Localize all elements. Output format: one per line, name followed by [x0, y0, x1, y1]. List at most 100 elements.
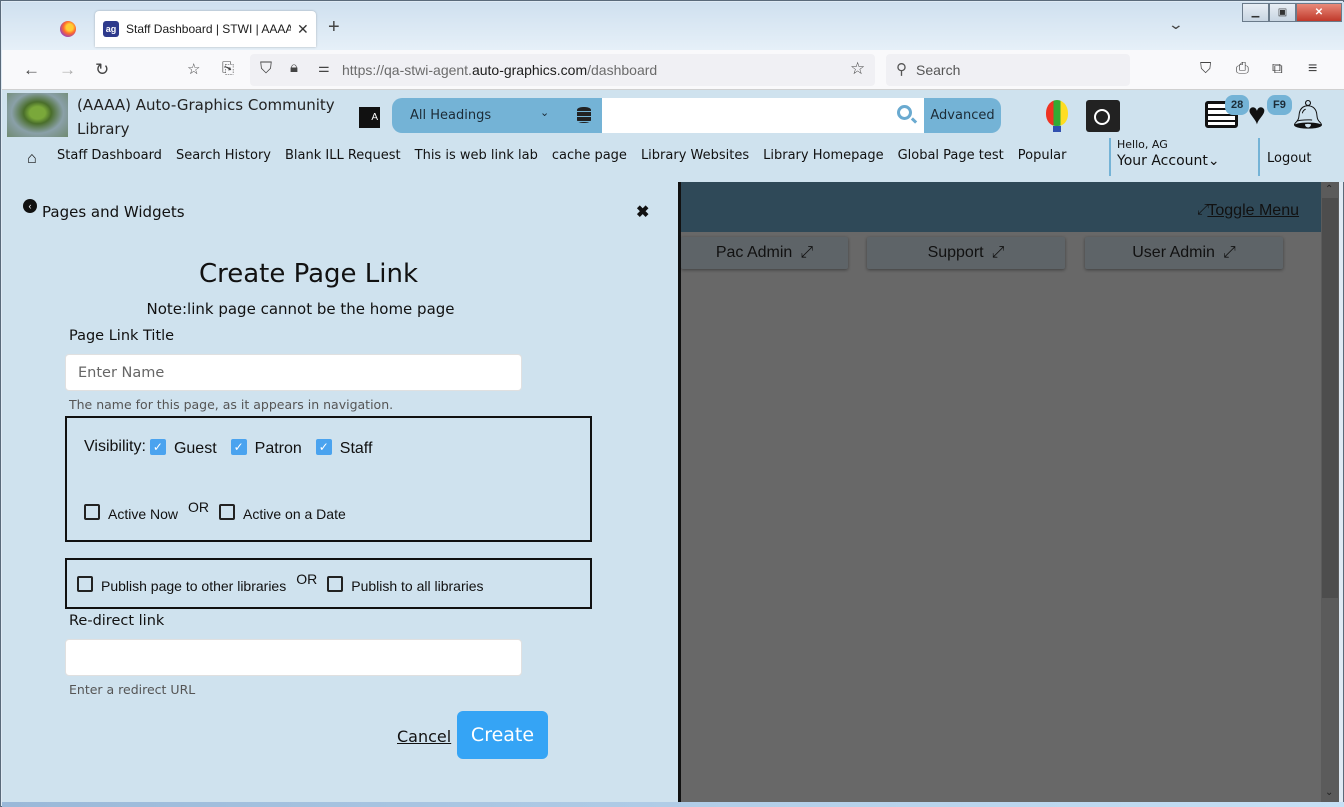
patron-label: Patron: [254, 440, 302, 457]
list-all-tabs-chevron-icon[interactable]: ⌄: [1168, 16, 1184, 33]
maximize-button[interactable]: ▣: [1269, 3, 1296, 22]
scrollbar-thumb[interactable]: [1322, 198, 1338, 598]
bookmark-star-icon[interactable]: ☆: [187, 60, 200, 78]
nav-links: Staff Dashboard Search History Blank ILL…: [57, 148, 1067, 163]
staff-checkbox[interactable]: ✓: [315, 439, 332, 455]
active-on-date-label: Active on a Date: [243, 506, 346, 522]
account-menu[interactable]: Hello, AG Your Account⌄: [1109, 138, 1220, 176]
expand-icon: ⤢: [991, 244, 1005, 261]
nav-link[interactable]: Staff Dashboard: [57, 148, 162, 163]
create-button[interactable]: Create: [457, 711, 548, 759]
chevron-down-icon: ⌄: [1207, 153, 1220, 169]
catalog-search-input[interactable]: [602, 98, 924, 133]
expand-icon: ⤢: [800, 244, 814, 261]
pocket-icon[interactable]: ⛉: [1200, 60, 1211, 77]
browser-navbar: ← → ↻ ☆ ⎘ ⛉ 🔒︎ ⚌ https://qa-stwi-agent.a…: [2, 50, 1344, 90]
favorites-badge: F9: [1267, 95, 1292, 115]
forward-icon[interactable]: →: [59, 60, 76, 80]
publish-box: Publish page to other libraries OR Publi…: [65, 558, 592, 609]
menu-icon[interactable]: ≡: [1308, 60, 1317, 78]
patron-checkbox[interactable]: ✓: [230, 439, 247, 455]
advanced-search-button[interactable]: Advanced: [924, 98, 1001, 133]
nav-link[interactable]: Search History: [176, 148, 271, 163]
scroll-down-icon[interactable]: ⌄: [1325, 787, 1333, 798]
library-name: (AAAA) Auto-Graphics Community Library: [77, 96, 335, 138]
publish-other-libraries-label: Publish page to other libraries: [101, 578, 287, 594]
url-text[interactable]: https://qa-stwi-agent.auto-graphics.com/…: [342, 62, 657, 78]
share-icon[interactable]: ⎘: [222, 60, 234, 77]
app-header: (AAAA) Auto-Graphics Community Library A…: [2, 90, 1344, 182]
list-count-badge: 28: [1225, 95, 1250, 115]
dashboard-card-pac-admin[interactable]: Pac Admin ⤢: [681, 237, 848, 269]
nav-link[interactable]: This is web link lab: [415, 148, 538, 163]
firefox-logo-icon[interactable]: [60, 21, 76, 37]
visibility-row: Visibility: ✓ Guest ✓ Patron ✓ Staff: [84, 438, 372, 457]
dashboard-card-user-admin[interactable]: User Admin ⤢: [1085, 237, 1283, 269]
dashboard-card-support[interactable]: Support ⤢: [867, 237, 1065, 269]
panel-title[interactable]: Pages and Widgets: [42, 203, 185, 221]
page-link-title-help: The name for this page, as it appears in…: [69, 397, 394, 412]
catalog-lookup-icon[interactable]: [1086, 100, 1120, 132]
page-link-title-input[interactable]: [65, 354, 522, 391]
bell-icon[interactable]: 🔔︎: [1290, 99, 1326, 131]
browser-search-input[interactable]: ⚲ Search: [886, 54, 1130, 86]
close-window-button[interactable]: ✕: [1296, 3, 1342, 22]
minimize-button[interactable]: ▁: [1242, 3, 1269, 22]
print-icon[interactable]: ⎙: [1236, 60, 1249, 78]
publish-other-libraries-checkbox[interactable]: [77, 576, 93, 592]
close-icon[interactable]: ✖: [636, 202, 649, 222]
account-label: Your Account: [1117, 153, 1208, 169]
nav-link[interactable]: Library Homepage: [763, 148, 883, 163]
logout-link[interactable]: Logout: [1258, 138, 1312, 176]
extensions-icon[interactable]: ⧉: [1272, 60, 1283, 77]
active-on-date-checkbox[interactable]: [219, 504, 236, 520]
heart-icon[interactable]: ♥: [1248, 100, 1266, 130]
publish-all-libraries-checkbox[interactable]: [327, 576, 344, 592]
card-label: User Admin: [1132, 244, 1215, 261]
page-scrollbar[interactable]: ⌃ ⌄: [1321, 182, 1339, 802]
visibility-label: Visibility:: [84, 438, 146, 455]
lock-icon[interactable]: 🔒︎: [290, 59, 298, 76]
chevron-left-circle-icon[interactable]: ‹: [23, 199, 37, 213]
ag-favicon-icon: ag: [103, 21, 119, 37]
redirect-link-help: Enter a redirect URL: [69, 682, 196, 697]
translate-icon[interactable]: A: [359, 107, 380, 128]
tab-close-icon[interactable]: ✕: [297, 21, 309, 38]
window-bottom-edge: [2, 802, 1344, 807]
expand-icon: ⤢: [1222, 244, 1236, 261]
new-tab-button[interactable]: +: [328, 16, 340, 39]
nav-link[interactable]: Blank ILL Request: [285, 148, 401, 163]
home-icon[interactable]: ⌂: [27, 150, 37, 168]
nav-link[interactable]: Popular: [1018, 148, 1067, 163]
active-row: Active Now OR Active on a Date: [84, 499, 346, 522]
toggle-menu-link[interactable]: Toggle Menu: [1207, 202, 1299, 220]
publish-all-libraries-label: Publish to all libraries: [351, 578, 484, 594]
reload-icon[interactable]: ↻: [95, 60, 109, 80]
database-icon[interactable]: [577, 107, 591, 123]
your-account-dropdown[interactable]: Your Account⌄: [1117, 153, 1220, 169]
url-bar[interactable]: ⛉ 🔒︎ ⚌ https://qa-stwi-agent.auto-graphi…: [250, 54, 875, 86]
redirect-link-input[interactable]: [65, 639, 522, 676]
back-icon[interactable]: ←: [23, 60, 40, 80]
nav-link[interactable]: Global Page test: [898, 148, 1004, 163]
guest-checkbox[interactable]: ✓: [149, 439, 166, 455]
permissions-icon[interactable]: ⚌: [318, 60, 330, 76]
active-now-checkbox[interactable]: [84, 504, 100, 520]
hot-air-balloon-icon[interactable]: [1046, 100, 1068, 132]
card-label: Pac Admin: [715, 244, 793, 261]
search-icon: ⚲: [896, 61, 907, 78]
dashboard-overlay: ⤢ Toggle Menu Pac Admin ⤢ Support ⤢ User A…: [681, 182, 1321, 802]
or-label: OR: [188, 499, 210, 515]
shield-icon[interactable]: ⛉: [260, 60, 272, 78]
nav-link[interactable]: cache page: [552, 148, 627, 163]
browser-tab-active[interactable]: ag Staff Dashboard | STWI | AAAA | ✕: [95, 11, 316, 47]
nav-link[interactable]: Library Websites: [641, 148, 749, 163]
search-icon[interactable]: [897, 105, 912, 120]
library-logo[interactable]: [7, 93, 68, 137]
scroll-up-icon[interactable]: ⌃: [1325, 184, 1333, 195]
cancel-link[interactable]: Cancel: [397, 727, 451, 746]
star-icon[interactable]: ☆: [850, 59, 865, 79]
search-scope-select[interactable]: All Headings: [410, 108, 491, 123]
dashboard-topbar: ⤢ Toggle Menu: [681, 182, 1321, 232]
chevron-down-icon[interactable]: ⌄: [540, 106, 549, 119]
